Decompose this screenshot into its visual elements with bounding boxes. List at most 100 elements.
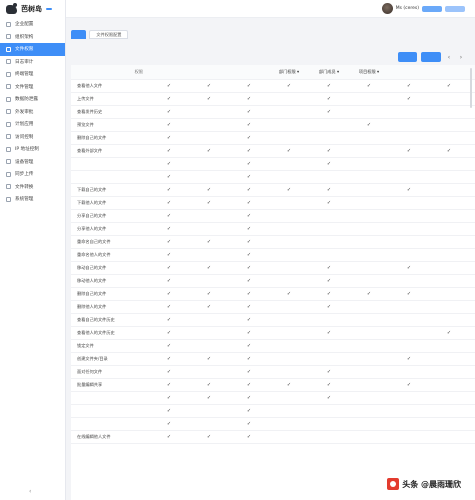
- empty-cell[interactable]: [309, 248, 349, 262]
- empty-cell[interactable]: [349, 196, 389, 210]
- check-icon[interactable]: ✓: [309, 365, 349, 379]
- check-icon[interactable]: ✓: [229, 417, 269, 431]
- empty-cell[interactable]: [349, 261, 389, 275]
- empty-cell[interactable]: [309, 404, 349, 418]
- empty-cell[interactable]: [469, 365, 475, 379]
- empty-cell[interactable]: [429, 105, 469, 119]
- check-icon[interactable]: ✓: [149, 183, 189, 197]
- empty-cell[interactable]: [429, 365, 469, 379]
- column-header[interactable]: [229, 65, 269, 80]
- empty-cell[interactable]: [349, 300, 389, 314]
- check-icon[interactable]: ✓: [149, 313, 189, 327]
- empty-cell[interactable]: [189, 131, 229, 145]
- empty-cell[interactable]: [469, 248, 475, 262]
- check-icon[interactable]: ✓: [149, 339, 189, 353]
- table-row[interactable]: 查看他人的文件历史 ✓ ✓ ✓ ✓: [71, 326, 475, 340]
- empty-cell[interactable]: [429, 391, 469, 405]
- empty-cell[interactable]: [309, 209, 349, 223]
- check-icon[interactable]: ✓: [189, 79, 229, 93]
- table-row[interactable]: 删除自己的文件 ✓ ✓ ✓ ✓ ✓ ✓ ✓: [71, 287, 475, 301]
- app-logo[interactable]: 芭树岛: [0, 0, 65, 18]
- check-icon[interactable]: ✓: [149, 287, 189, 301]
- empty-cell[interactable]: [389, 274, 429, 288]
- check-icon[interactable]: ✓: [149, 261, 189, 275]
- column-header[interactable]: [429, 65, 469, 80]
- table-row[interactable]: 移动他人的文件 ✓ ✓ ✓: [71, 274, 475, 288]
- check-icon[interactable]: ✓: [389, 352, 429, 366]
- empty-cell[interactable]: [429, 352, 469, 366]
- check-icon[interactable]: ✓: [229, 391, 269, 405]
- check-icon[interactable]: ✓: [229, 378, 269, 392]
- empty-cell[interactable]: [189, 118, 229, 132]
- empty-cell[interactable]: [309, 313, 349, 327]
- check-icon[interactable]: ✓: [429, 326, 469, 340]
- check-icon[interactable]: ✓: [189, 352, 229, 366]
- table-row[interactable]: 在线编辑他人文件 ✓ ✓ ✓: [71, 430, 475, 444]
- empty-cell[interactable]: [429, 183, 469, 197]
- check-icon[interactable]: ✓: [309, 261, 349, 275]
- check-icon[interactable]: ✓: [189, 287, 229, 301]
- empty-cell[interactable]: [469, 170, 475, 184]
- empty-cell[interactable]: [189, 326, 229, 340]
- column-header[interactable]: [389, 65, 429, 80]
- check-icon[interactable]: ✓: [389, 92, 429, 106]
- table-row[interactable]: 锁定文件 ✓ ✓: [71, 339, 475, 353]
- check-icon[interactable]: ✓: [229, 79, 269, 93]
- tab-file-permission-config[interactable]: 文件权限配置: [89, 30, 129, 39]
- sidebar-item[interactable]: 访问控制: [0, 131, 65, 144]
- check-icon[interactable]: ✓: [229, 430, 269, 444]
- empty-cell[interactable]: [389, 417, 429, 431]
- check-icon[interactable]: ✓: [149, 378, 189, 392]
- table-row[interactable]: 下载自己的文件 ✓ ✓ ✓ ✓ ✓ ✓: [71, 183, 475, 197]
- empty-cell[interactable]: [309, 170, 349, 184]
- check-icon[interactable]: ✓: [149, 105, 189, 119]
- empty-cell[interactable]: [429, 417, 469, 431]
- empty-cell[interactable]: [469, 196, 475, 210]
- empty-cell[interactable]: [189, 313, 229, 327]
- check-icon[interactable]: ✓: [189, 196, 229, 210]
- empty-cell[interactable]: [469, 404, 475, 418]
- empty-cell[interactable]: [269, 352, 309, 366]
- table-row[interactable]: ✓ ✓: [71, 417, 475, 431]
- check-icon[interactable]: ✓: [389, 144, 429, 158]
- check-icon[interactable]: ✓: [229, 118, 269, 132]
- empty-cell[interactable]: [429, 209, 469, 223]
- empty-cell[interactable]: [389, 118, 429, 132]
- empty-cell[interactable]: [309, 118, 349, 132]
- empty-cell[interactable]: [189, 365, 229, 379]
- check-icon[interactable]: ✓: [349, 79, 389, 93]
- check-icon[interactable]: ✓: [189, 92, 229, 106]
- table-row[interactable]: 删除自己的文件 ✓ ✓: [71, 131, 475, 145]
- table-row[interactable]: 分享他人的文件 ✓ ✓: [71, 222, 475, 236]
- check-icon[interactable]: ✓: [309, 378, 349, 392]
- check-icon[interactable]: ✓: [309, 274, 349, 288]
- empty-cell[interactable]: [429, 404, 469, 418]
- empty-cell[interactable]: [389, 170, 429, 184]
- empty-cell[interactable]: [429, 261, 469, 275]
- check-icon[interactable]: ✓: [229, 287, 269, 301]
- empty-cell[interactable]: [389, 157, 429, 171]
- table-row[interactable]: 创建文件夹/目录 ✓ ✓ ✓ ✓: [71, 352, 475, 366]
- empty-cell[interactable]: [269, 313, 309, 327]
- empty-cell[interactable]: [269, 300, 309, 314]
- empty-cell[interactable]: [189, 157, 229, 171]
- scrollbar[interactable]: [470, 68, 472, 108]
- primary-button-2[interactable]: [421, 52, 441, 62]
- empty-cell[interactable]: [269, 105, 309, 119]
- empty-cell[interactable]: [189, 417, 229, 431]
- empty-cell[interactable]: [469, 287, 475, 301]
- empty-cell[interactable]: [469, 339, 475, 353]
- empty-cell[interactable]: [469, 378, 475, 392]
- empty-cell[interactable]: [269, 222, 309, 236]
- empty-cell[interactable]: [269, 339, 309, 353]
- check-icon[interactable]: ✓: [229, 196, 269, 210]
- empty-cell[interactable]: [349, 170, 389, 184]
- empty-cell[interactable]: [469, 274, 475, 288]
- empty-cell[interactable]: [389, 430, 429, 444]
- empty-cell[interactable]: [389, 196, 429, 210]
- check-icon[interactable]: ✓: [269, 378, 309, 392]
- check-icon[interactable]: ✓: [229, 404, 269, 418]
- empty-cell[interactable]: [309, 131, 349, 145]
- empty-cell[interactable]: [429, 287, 469, 301]
- empty-cell[interactable]: [429, 430, 469, 444]
